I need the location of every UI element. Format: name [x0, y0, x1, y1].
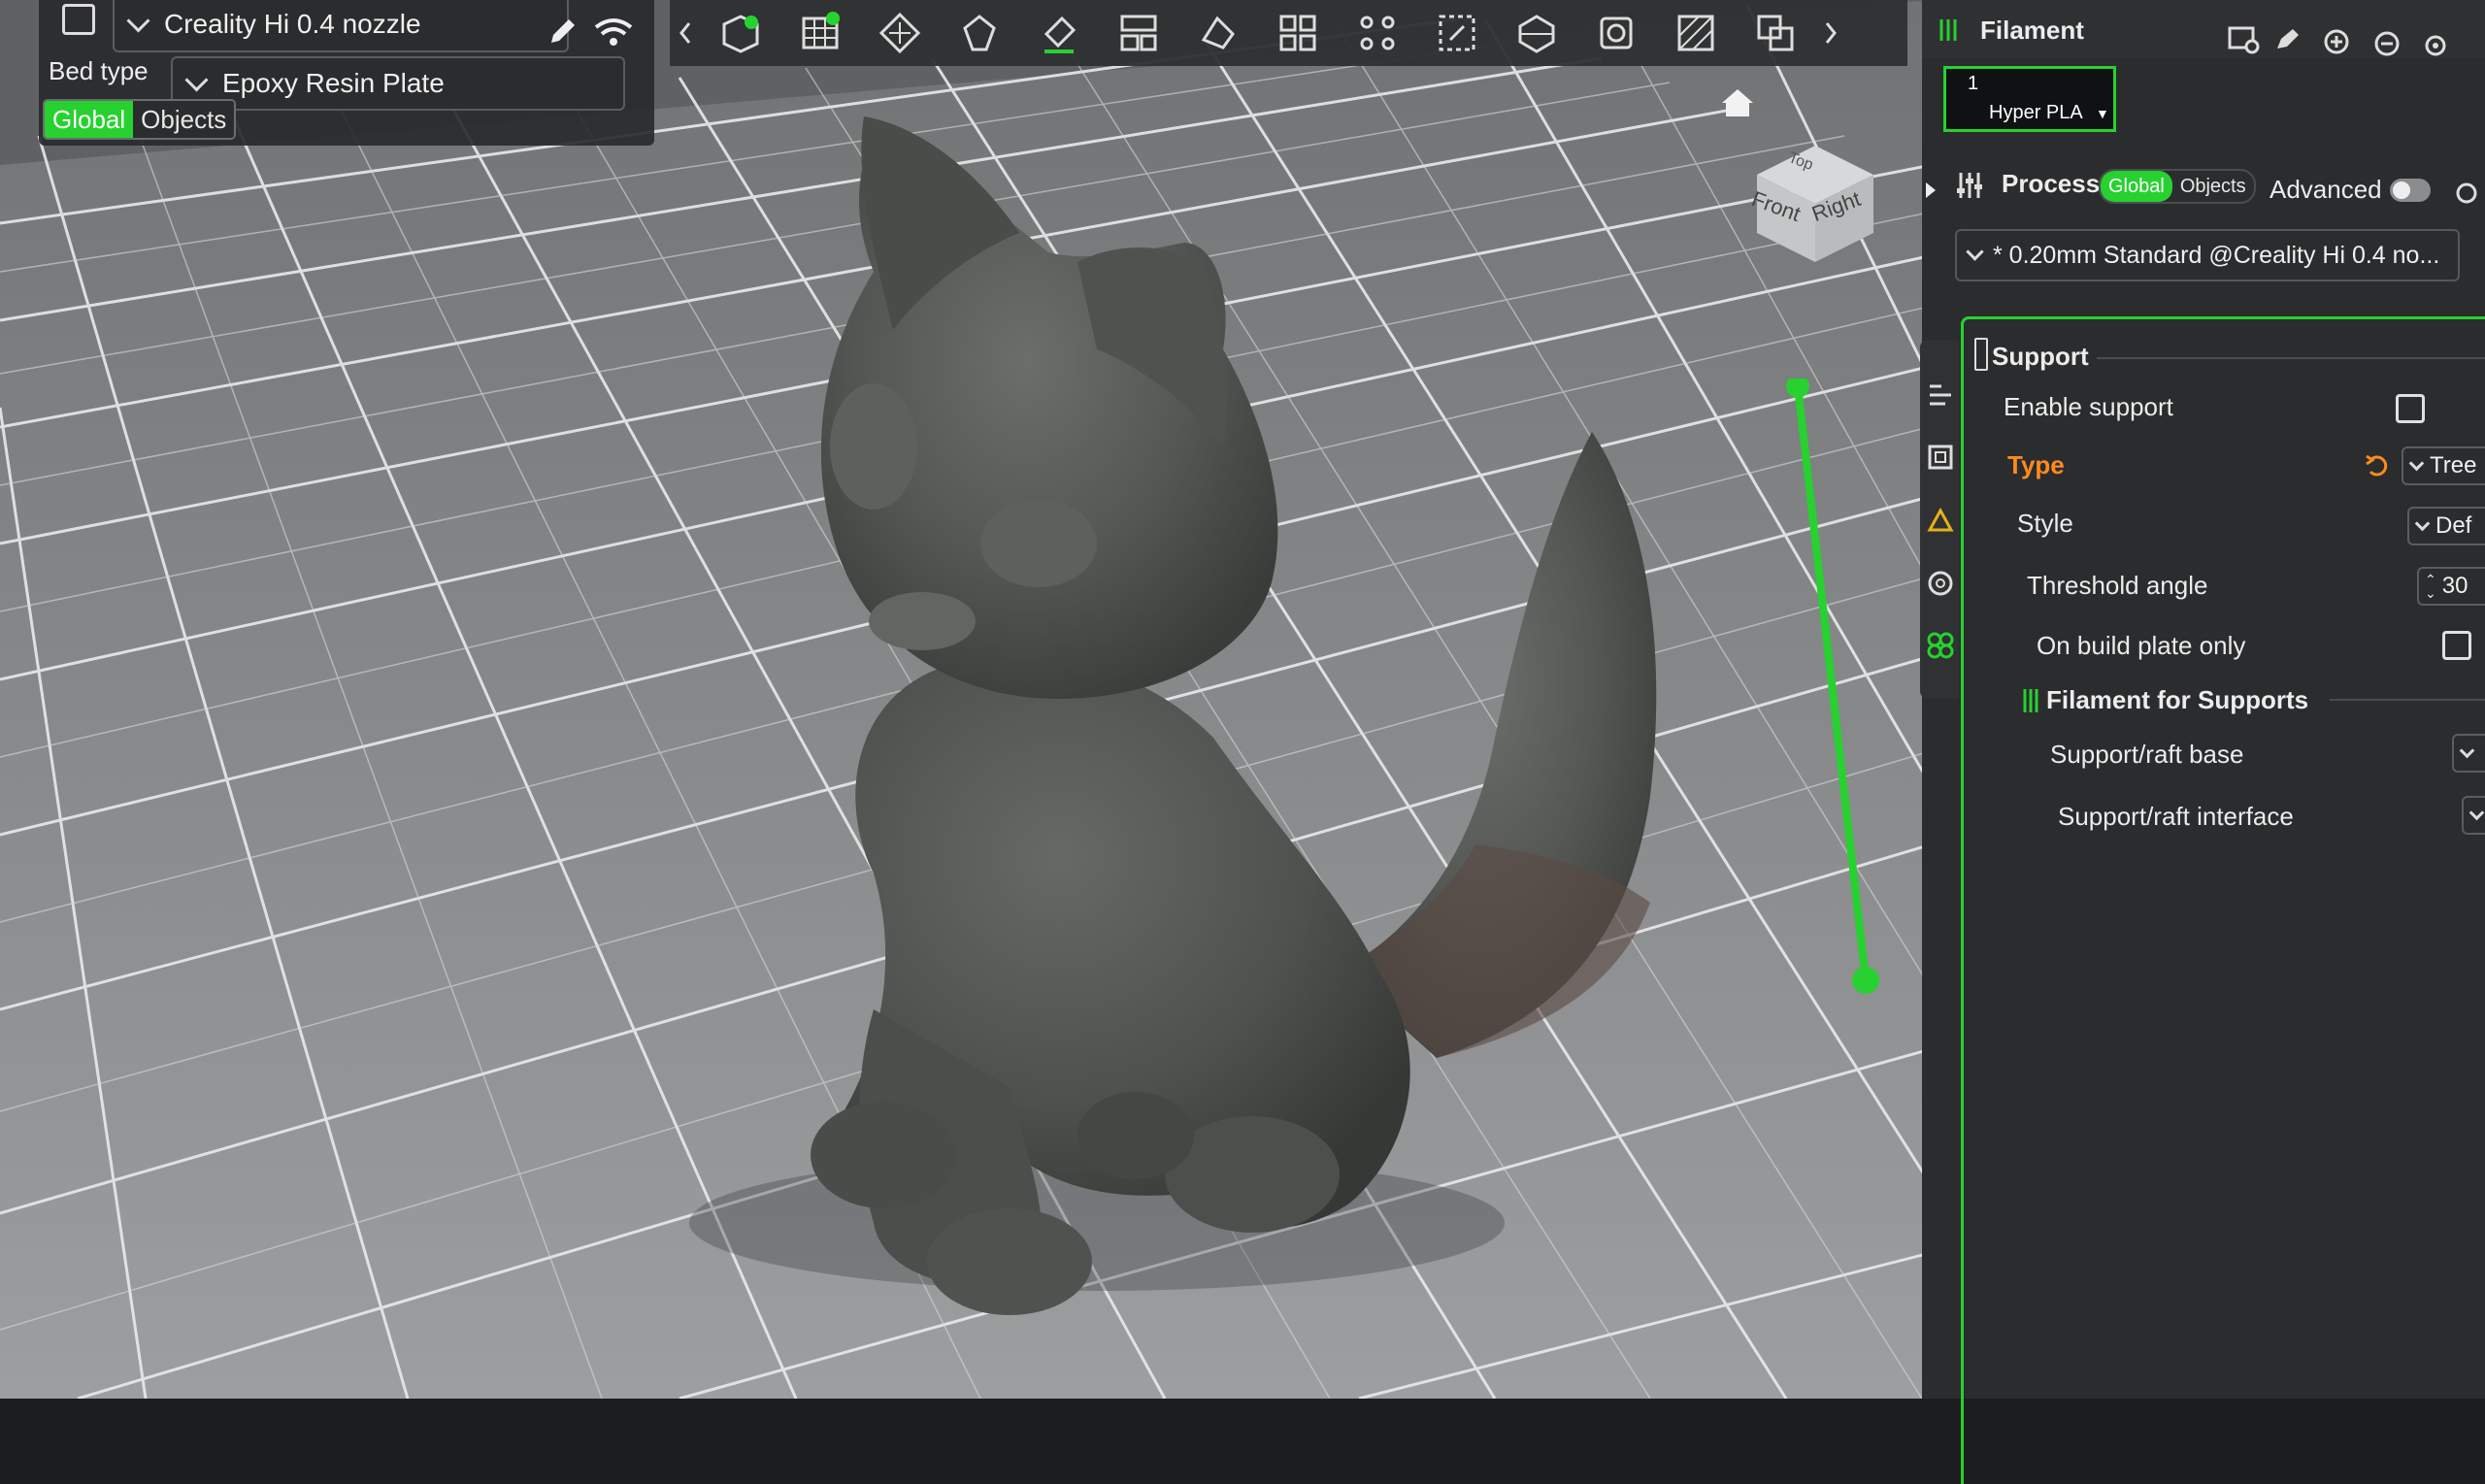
support-icon — [1974, 338, 1988, 371]
filament-slot[interactable]: 1 Hyper PLA ▼ — [1943, 66, 2116, 132]
filament-slot-number: 1 — [1968, 73, 1979, 94]
auto-arrange-icon[interactable] — [1025, 6, 1093, 60]
quality-icon[interactable] — [1924, 503, 1957, 536]
scope-global[interactable]: Global — [45, 101, 134, 138]
support-style-value: Def — [2435, 512, 2472, 539]
printer-scope-toggle[interactable]: Global Objects — [43, 99, 237, 140]
enable-support-label: Enable support — [2004, 392, 2173, 421]
process-icon — [1953, 169, 1986, 202]
process-scope-objects[interactable]: Objects — [2172, 171, 2254, 202]
support-section-border — [1961, 316, 2485, 1484]
scope-objects[interactable]: Objects — [133, 101, 235, 138]
support-divider — [2097, 357, 2485, 359]
enable-support-checkbox[interactable] — [2396, 394, 2425, 423]
process-settings-icon[interactable] — [2450, 177, 2483, 210]
add-plate-icon[interactable] — [786, 6, 854, 60]
filament-supports-icon — [2021, 685, 2040, 721]
filament-title: Filament — [1980, 16, 2084, 45]
collapse-right-icon[interactable] — [1821, 6, 1840, 60]
printer-panel: Creality Hi 0.4 nozzle Bed type Epoxy Re… — [39, 0, 654, 146]
process-scope-toggle[interactable]: Global Objects — [2099, 169, 2256, 204]
panel-collapse-icon[interactable] — [1920, 171, 1941, 210]
filament-edit-icon[interactable] — [2271, 23, 2304, 56]
threshold-angle-value: 30 — [2441, 573, 2468, 599]
support-section-title: Support — [1992, 342, 2089, 371]
threshold-angle-label: Threshold angle — [2027, 571, 2208, 600]
filament-dropdown-icon[interactable]: ▼ — [2096, 106, 2109, 121]
add-model-icon[interactable] — [707, 6, 775, 60]
settings-panel: Filament 1 Hyper PLA ▼ Process Global Ob… — [1922, 0, 2485, 1484]
filament-settings-icon[interactable] — [2419, 29, 2452, 62]
filament-sync-icon[interactable] — [2227, 23, 2260, 56]
remove-filament-icon[interactable] — [2370, 27, 2403, 60]
reset-type-icon[interactable] — [2361, 448, 2394, 481]
cut-icon[interactable] — [1503, 6, 1571, 60]
boolean-icon[interactable] — [1582, 6, 1650, 60]
raft-base-label: Support/raft base — [2050, 740, 2244, 769]
home-icon[interactable] — [1718, 85, 1757, 120]
view-cube[interactable]: Top Front Right — [1738, 136, 1873, 272]
filament-slot-name: Hyper PLA — [1989, 102, 2083, 123]
rotate-icon[interactable] — [945, 6, 1013, 60]
process-profile-value: * 0.20mm Standard @Creality Hi 0.4 no... — [1993, 241, 2440, 269]
support-style-label: Style — [2017, 509, 2073, 538]
bed-type-select[interactable]: Epoxy Resin Plate — [171, 56, 625, 111]
bed-type-label: Bed type — [49, 56, 149, 85]
auto-orient-icon[interactable] — [866, 6, 934, 60]
printer-select[interactable]: Creality Hi 0.4 nozzle — [113, 0, 569, 52]
raft-interface-label: Support/raft interface — [2058, 802, 2294, 831]
add-filament-icon[interactable] — [2320, 25, 2353, 58]
side-tool-strip — [1920, 340, 1959, 699]
collapse-left-icon[interactable] — [676, 6, 695, 60]
support-style-select[interactable]: Def — [2407, 507, 2485, 545]
printer-name: Creality Hi 0.4 nozzle — [164, 9, 421, 39]
assembly-icon[interactable] — [1741, 6, 1809, 60]
wifi-icon[interactable] — [592, 14, 635, 49]
main-toolbar — [670, 0, 1907, 66]
filament-supports-divider — [2330, 699, 2485, 701]
printer-icon[interactable] — [62, 4, 95, 35]
raft-interface-select[interactable] — [2462, 796, 2485, 835]
layer-slider[interactable] — [1776, 375, 1893, 1000]
flatten-icon[interactable] — [1184, 6, 1252, 60]
bed-type-value: Epoxy Resin Plate — [222, 68, 445, 98]
process-profile-select[interactable]: * 0.20mm Standard @Creality Hi 0.4 no... — [1955, 229, 2460, 281]
threshold-angle-input[interactable]: ⌃ ⌄ 30 — [2417, 567, 2485, 606]
support-paint-icon[interactable] — [1662, 6, 1730, 60]
support-settings-icon[interactable] — [1924, 629, 1957, 662]
support-type-value: Tree — [2430, 452, 2477, 478]
threshold-stepper-icon[interactable]: ⌃ ⌄ — [2425, 573, 2436, 600]
scale-icon[interactable] — [1423, 6, 1491, 60]
filament-icon — [1934, 14, 1967, 47]
split-parts-icon[interactable] — [1343, 6, 1411, 60]
build-plate-only-label: On build plate only — [2037, 631, 2246, 660]
object-list-icon[interactable] — [1924, 379, 1957, 412]
filament-supports-title: Filament for Supports — [2046, 685, 2309, 714]
advanced-toggle[interactable] — [2390, 179, 2431, 202]
plate-view-icon[interactable] — [1924, 441, 1957, 474]
support-type-label: Type — [2007, 450, 2065, 479]
layout-icon[interactable] — [1105, 6, 1173, 60]
strength-icon[interactable] — [1924, 567, 1957, 600]
raft-base-select[interactable] — [2452, 734, 2485, 773]
support-type-select[interactable]: Tree — [2402, 446, 2485, 485]
edit-icon[interactable] — [544, 12, 582, 50]
process-title: Process — [2002, 169, 2101, 198]
advanced-label: Advanced — [2270, 175, 2382, 204]
process-scope-global[interactable]: Global — [2101, 171, 2172, 202]
split-objects-icon[interactable] — [1264, 6, 1332, 60]
build-plate-only-checkbox[interactable] — [2442, 631, 2471, 660]
